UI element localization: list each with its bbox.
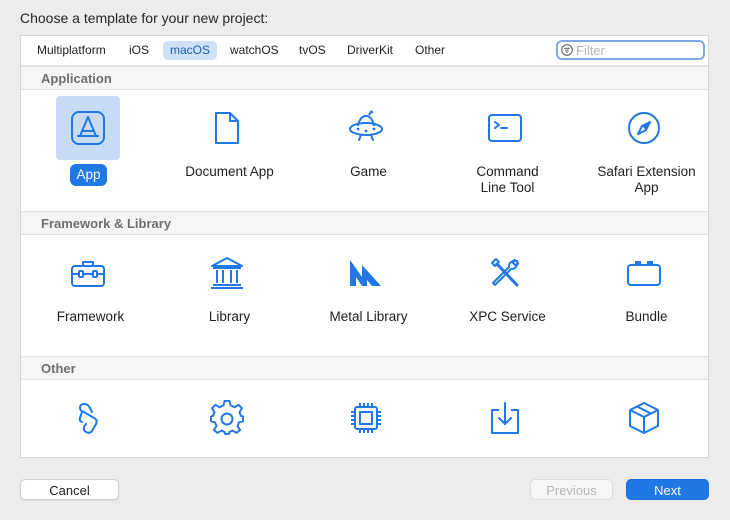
chip-icon xyxy=(351,403,381,433)
ufo-icon xyxy=(349,110,383,141)
section-header-application: Application xyxy=(21,66,708,90)
icon-tile xyxy=(334,96,398,160)
dialog-title: Choose a template for your new project: xyxy=(20,10,269,26)
template-label: Library xyxy=(208,309,251,324)
metal-icon xyxy=(350,260,381,286)
tab-multiplatform[interactable]: Multiplatform xyxy=(30,41,113,60)
icon-tile xyxy=(473,241,537,305)
template-label: Safari Extension App xyxy=(597,164,696,195)
bundle-icon xyxy=(627,261,661,286)
tab-driverkit[interactable]: DriverKit xyxy=(340,41,400,60)
template-label: XPC Service xyxy=(469,309,546,324)
section-header-other: Other xyxy=(21,356,708,380)
building-columns-icon xyxy=(211,257,243,289)
template-label: Bundle xyxy=(625,309,668,324)
section-title: Other xyxy=(41,361,76,376)
icon-tile xyxy=(473,386,537,450)
tab-other[interactable]: Other xyxy=(408,41,452,60)
icon-tile xyxy=(56,96,120,160)
filter-field[interactable] xyxy=(556,40,705,60)
gear-icon xyxy=(210,400,244,435)
icon-tile xyxy=(612,96,676,160)
template-panel: Multiplatform iOS macOS watchOS tvOS Dri… xyxy=(20,35,709,458)
template-label: Command Line Tool xyxy=(476,164,539,195)
previous-button[interactable]: Previous xyxy=(530,479,613,500)
section-title: Application xyxy=(41,71,112,86)
tab-macos[interactable]: macOS xyxy=(163,41,218,60)
platform-tab-bar: Multiplatform iOS macOS watchOS tvOS Dri… xyxy=(21,36,708,66)
icon-tile xyxy=(334,241,398,305)
scroll-icon xyxy=(78,403,98,434)
icon-tile xyxy=(56,241,120,305)
filter-icon xyxy=(561,44,573,56)
next-button[interactable]: Next xyxy=(626,479,709,500)
template-chooser-dialog: Choose a template for your new project: … xyxy=(0,0,730,520)
section-header-framework-library: Framework & Library xyxy=(21,211,708,235)
tab-ios[interactable]: iOS xyxy=(122,41,156,60)
section-title: Framework & Library xyxy=(41,216,172,231)
tab-watchos[interactable]: watchOS xyxy=(223,41,286,60)
terminal-icon xyxy=(488,114,522,142)
icon-tile xyxy=(56,386,120,450)
icon-tile xyxy=(334,386,398,450)
icon-tile xyxy=(195,386,259,450)
cancel-button[interactable]: Cancel xyxy=(20,479,119,500)
filter-input[interactable] xyxy=(576,42,696,58)
template-label: Document App xyxy=(185,164,274,179)
template-label: Metal Library xyxy=(329,309,408,324)
icon-tile xyxy=(195,241,259,305)
compass-icon xyxy=(628,112,660,144)
icon-tile xyxy=(612,241,676,305)
tab-tvos[interactable]: tvOS xyxy=(292,41,333,60)
template-label: Game xyxy=(350,164,387,179)
icon-tile xyxy=(195,96,259,160)
tools-icon xyxy=(491,258,520,287)
icon-tile xyxy=(473,96,537,160)
app-store-a-icon xyxy=(71,111,105,145)
template-label: Framework xyxy=(56,309,125,324)
icon-tile xyxy=(612,386,676,450)
toolbox-icon xyxy=(71,261,105,287)
download-tray-icon xyxy=(491,402,519,434)
document-icon xyxy=(215,112,239,144)
template-label: App xyxy=(70,164,107,186)
package-cube-icon xyxy=(629,402,659,434)
